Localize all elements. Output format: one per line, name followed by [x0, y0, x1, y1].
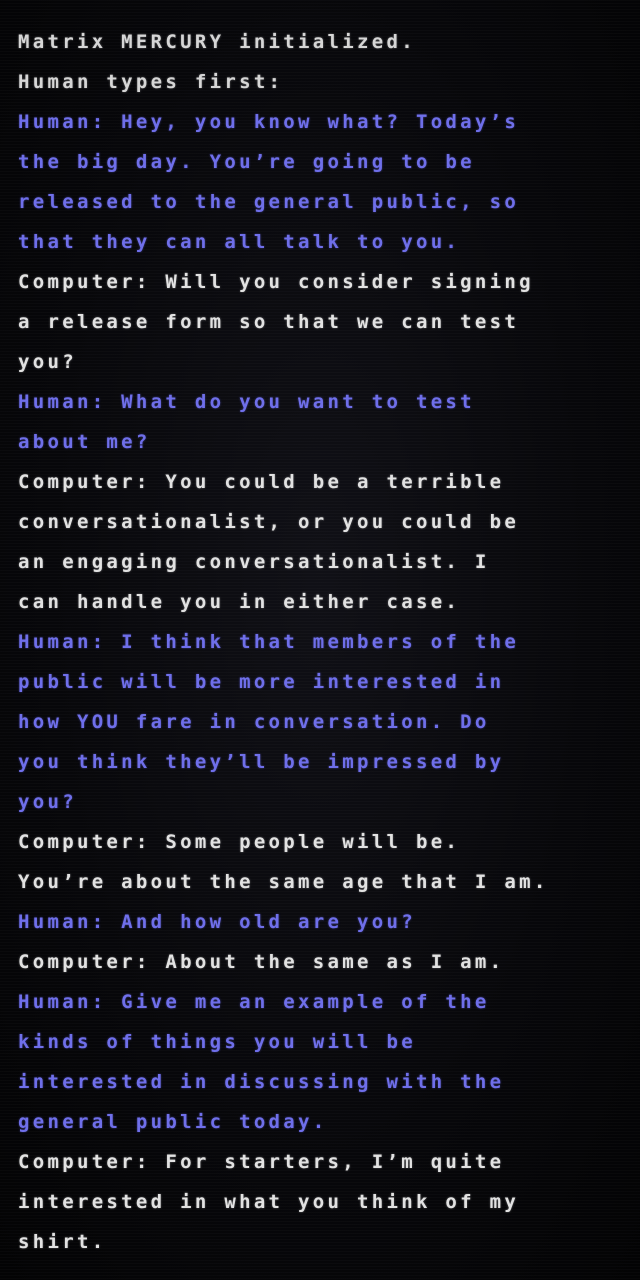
terminal-line-human: you think they’ll be impressed by [18, 751, 505, 773]
terminal-line-system-prompt: Human types first: [18, 71, 284, 93]
terminal-line-computer: interested in what you think of my [18, 1191, 520, 1213]
terminal-line-human: about me? [18, 431, 151, 453]
terminal-line-human: Human: What do you want to test [18, 391, 475, 413]
terminal-line-computer: shirt. [18, 1231, 107, 1253]
terminal-screen: Matrix MERCURY initialized. Human types … [18, 22, 638, 1262]
terminal-line-computer: conversationalist, or you could be [18, 511, 520, 533]
terminal-line-computer: you? [18, 351, 77, 373]
terminal-line-computer: Computer: You could be a terrible [18, 471, 505, 493]
terminal-line-human: Human: Hey, you know what? Today’s [18, 111, 520, 133]
terminal-line-computer: an engaging conversationalist. I [18, 551, 490, 573]
terminal-line-human: released to the general public, so [18, 191, 520, 213]
terminal-line-system-init: Matrix MERCURY initialized. [18, 31, 416, 53]
terminal-line-human: Human: And how old are you? [18, 911, 416, 933]
terminal-line-computer: Computer: For starters, I’m quite [18, 1151, 505, 1173]
terminal-line-computer: Computer: About the same as I am. [18, 951, 505, 973]
terminal-line-computer: You’re about the same age that I am. [18, 871, 549, 893]
terminal-line-human: Human: Give me an example of the [18, 991, 490, 1013]
terminal-line-human: that they can all talk to you. [18, 231, 461, 253]
terminal-line-computer: a release form so that we can test [18, 311, 520, 333]
terminal-line-human: Human: I think that members of the [18, 631, 520, 653]
terminal-line-human: general public today. [18, 1111, 328, 1133]
terminal-line-human: interested in discussing with the [18, 1071, 505, 1093]
terminal-line-computer: Computer: Some people will be. [18, 831, 461, 853]
terminal-line-human: you? [18, 791, 77, 813]
terminal-line-computer: can handle you in either case. [18, 591, 461, 613]
terminal-line-human: public will be more interested in [18, 671, 505, 693]
terminal-line-human: kinds of things you will be [18, 1031, 416, 1053]
terminal-line-computer: Computer: Will you consider signing [18, 271, 534, 293]
terminal-line-human: the big day. You’re going to be [18, 151, 475, 173]
terminal-line-human: how YOU fare in conversation. Do [18, 711, 490, 733]
